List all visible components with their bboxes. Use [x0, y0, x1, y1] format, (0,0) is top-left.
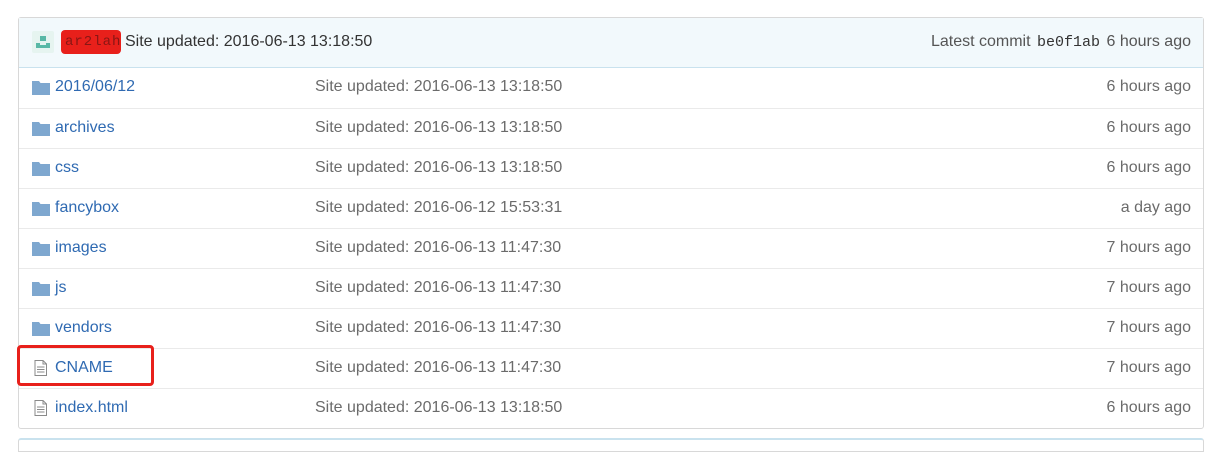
- file-name-link[interactable]: css: [55, 159, 79, 177]
- avatar[interactable]: [32, 31, 54, 53]
- commit-age: 6 hours ago: [1106, 399, 1191, 416]
- commit-age: 6 hours ago: [1106, 159, 1191, 176]
- latest-commit-bar: Y ar2lah Site updated: 2016-06-13 13:18:…: [19, 18, 1203, 68]
- file-row: 2016/06/12 Site updated: 2016-06-13 13:1…: [19, 68, 1203, 108]
- commit-sha-link[interactable]: be0f1ab: [1037, 34, 1100, 51]
- file-name-link[interactable]: CNAME: [55, 359, 113, 377]
- file-row: index.html Site updated: 2016-06-13 13:1…: [19, 388, 1203, 428]
- commit-message-link[interactable]: Site updated: 2016-06-13 13:18:50: [315, 78, 562, 96]
- commit-age: 7 hours ago: [1106, 359, 1191, 376]
- identicon-avatar-icon: [36, 36, 50, 48]
- commit-message-link[interactable]: Site updated: 2016-06-13 13:18:50: [315, 399, 562, 417]
- file-row: js Site updated: 2016-06-13 11:47:30 7 h…: [19, 268, 1203, 308]
- file-row: fancybox Site updated: 2016-06-12 15:53:…: [19, 188, 1203, 228]
- folder-icon: [32, 160, 50, 176]
- file-name-link[interactable]: index.html: [55, 399, 128, 417]
- folder-icon: [32, 240, 50, 256]
- file-text-icon: [32, 360, 50, 376]
- commit-message-link[interactable]: Site updated: 2016-06-13 11:47:30: [315, 319, 561, 337]
- file-name-link[interactable]: vendors: [55, 319, 112, 337]
- commit-age: 7 hours ago: [1106, 279, 1191, 296]
- file-row: images Site updated: 2016-06-13 11:47:30…: [19, 228, 1203, 268]
- file-name-link[interactable]: js: [55, 279, 67, 297]
- latest-commit-label: Latest commit: [930, 33, 1031, 50]
- folder-icon: [32, 280, 50, 296]
- file-name-prefix: 2016/06/: [55, 78, 118, 95]
- commit-age: 6 hours ago: [1106, 33, 1191, 50]
- commit-meta: Latest commit be0f1ab 6 hours ago: [931, 33, 1191, 51]
- commit-message-link[interactable]: Site updated: 2016-06-13 11:47:30: [315, 359, 561, 377]
- folder-icon: [32, 79, 50, 95]
- file-row: css Site updated: 2016-06-13 13:18:50 6 …: [19, 148, 1203, 188]
- commit-message-link[interactable]: Site updated: 2016-06-13 11:47:30: [315, 239, 561, 257]
- file-name-link[interactable]: images: [55, 239, 107, 257]
- file-name-leaf[interactable]: 12: [117, 78, 135, 95]
- folder-icon: [32, 120, 50, 136]
- folder-icon: [32, 200, 50, 216]
- file-row: CNAME Site updated: 2016-06-13 11:47:30 …: [19, 348, 1203, 388]
- file-name-link[interactable]: fancybox: [55, 199, 119, 217]
- file-name-link[interactable]: 2016/06/12: [55, 78, 135, 96]
- redacted-author-text: ar2lah: [65, 34, 121, 50]
- commit-message-link[interactable]: Site updated: 2016-06-13 13:18:50: [315, 159, 562, 177]
- commit-message-link[interactable]: Site updated: 2016-06-13 13:18:50: [315, 119, 562, 137]
- commit-age: 7 hours ago: [1106, 319, 1191, 336]
- commit-age: 6 hours ago: [1106, 78, 1191, 95]
- redacted-author-name: ar2lah: [61, 30, 121, 54]
- file-rows: 2016/06/12 Site updated: 2016-06-13 13:1…: [19, 68, 1203, 428]
- commit-message[interactable]: Site updated: 2016-06-13 13:18:50: [125, 33, 372, 51]
- folder-icon: [32, 320, 50, 336]
- commit-message-link[interactable]: Site updated: 2016-06-13 11:47:30: [315, 279, 561, 297]
- file-text-icon: [32, 400, 50, 416]
- commit-age: 7 hours ago: [1106, 239, 1191, 256]
- commit-message-link[interactable]: Site updated: 2016-06-12 15:53:31: [315, 199, 562, 217]
- file-listing-table: Y ar2lah Site updated: 2016-06-13 13:18:…: [18, 17, 1204, 429]
- commit-age: a day ago: [1120, 199, 1191, 216]
- commit-age: 6 hours ago: [1106, 119, 1191, 136]
- file-row: vendors Site updated: 2016-06-13 11:47:3…: [19, 308, 1203, 348]
- file-row: archives Site updated: 2016-06-13 13:18:…: [19, 108, 1203, 148]
- file-name-link[interactable]: archives: [55, 119, 115, 137]
